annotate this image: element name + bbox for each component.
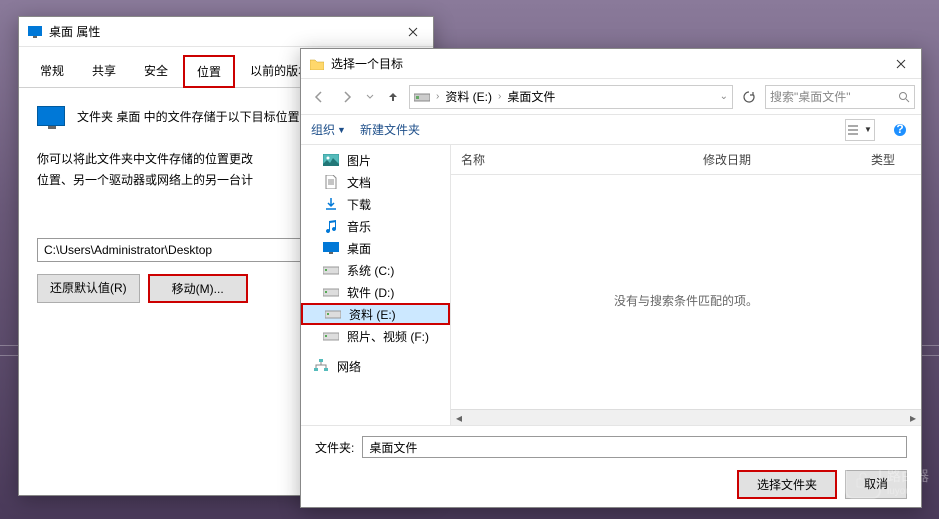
desktop-folder-icon (37, 106, 65, 126)
back-button[interactable] (307, 85, 331, 109)
watermark-logo-icon (845, 463, 881, 499)
tab-sharing[interactable]: 共享 (79, 55, 129, 87)
restore-default-button[interactable]: 还原默认值(R) (37, 274, 140, 303)
tree-item-drive-d[interactable]: 软件 (D:) (301, 281, 450, 303)
network-icon (313, 358, 329, 374)
titlebar[interactable]: 桌面 属性 (19, 17, 433, 47)
tree-item-drive-f[interactable]: 照片、视频 (F:) (301, 325, 450, 347)
column-headers: 名称 修改日期 类型 (451, 145, 921, 175)
desktop-icon (323, 240, 339, 256)
tree-item-music[interactable]: 音乐 (301, 215, 450, 237)
tree-item-drive-e[interactable]: 资料 (E:) (301, 303, 450, 325)
dialog-footer: 文件夹: 选择文件夹 取消 (301, 425, 921, 509)
search-placeholder: 搜索"桌面文件" (770, 88, 898, 105)
folder-label: 文件夹: (315, 439, 354, 456)
tab-general[interactable]: 常规 (27, 55, 77, 87)
tree-item-documents[interactable]: 文档 (301, 171, 450, 193)
watermark: 路由器 luyouqi (845, 463, 929, 499)
folder-icon (309, 56, 325, 72)
chevron-right-icon: › (436, 91, 439, 102)
search-input[interactable]: 搜索"桌面文件" (765, 85, 915, 109)
column-name[interactable]: 名称 (451, 145, 693, 174)
tab-location[interactable]: 位置 (183, 55, 235, 88)
location-description-1: 文件夹 桌面 中的文件存储于以下目标位置 (77, 108, 300, 125)
drive-icon (323, 262, 339, 278)
view-options-button[interactable]: ▼ (845, 119, 875, 141)
forward-button[interactable] (335, 85, 359, 109)
tree-item-drive-c[interactable]: 系统 (C:) (301, 259, 450, 281)
watermark-text: 路由器 (887, 466, 929, 486)
breadcrumb-drive[interactable]: 资料 (E:) (445, 88, 492, 105)
select-target-dialog: 选择一个目标 › 资料 (E:) › 桌面文件 ⌄ (300, 48, 922, 508)
list-body: 没有与搜索条件匹配的项。 ◂ ▸ (451, 175, 921, 425)
toolbar: 组织 ▼ 新建文件夹 ▼ ? (301, 115, 921, 145)
drive-icon (323, 328, 339, 344)
tab-security[interactable]: 安全 (131, 55, 181, 87)
help-button[interactable]: ? (889, 119, 911, 141)
select-folder-button[interactable]: 选择文件夹 (737, 470, 837, 499)
navigation-tree: 图片 文档 下载 音乐 桌面 系统 (C:) 软件 (D:) 资料 (E:) 照… (301, 145, 451, 425)
scroll-left-arrow[interactable]: ◂ (451, 410, 467, 426)
dialog-title: 选择一个目标 (331, 55, 881, 72)
drive-icon (323, 284, 339, 300)
picture-icon (323, 152, 339, 168)
column-date[interactable]: 修改日期 (693, 145, 861, 174)
content-area: 图片 文档 下载 音乐 桌面 系统 (C:) 软件 (D:) 资料 (E:) 照… (301, 145, 921, 425)
file-list: 名称 修改日期 类型 没有与搜索条件匹配的项。 ◂ ▸ (451, 145, 921, 425)
music-icon (323, 218, 339, 234)
chevron-right-icon: › (498, 91, 501, 102)
horizontal-scrollbar[interactable]: ◂ ▸ (451, 409, 921, 425)
tree-item-downloads[interactable]: 下载 (301, 193, 450, 215)
address-bar[interactable]: › 资料 (E:) › 桌面文件 ⌄ (409, 85, 733, 109)
up-button[interactable] (381, 85, 405, 109)
move-button[interactable]: 移动(M)... (148, 274, 248, 303)
document-icon (323, 174, 339, 190)
recent-button[interactable] (363, 85, 377, 109)
tree-item-desktop[interactable]: 桌面 (301, 237, 450, 259)
empty-message: 没有与搜索条件匹配的项。 (614, 292, 758, 309)
organize-menu[interactable]: 组织 ▼ (311, 121, 346, 138)
window-title: 桌面 属性 (49, 23, 393, 40)
drive-icon (414, 91, 430, 103)
tree-item-network[interactable]: 网络 (301, 355, 450, 377)
svg-text:?: ? (896, 123, 903, 136)
watermark-sub: luyouqi (887, 486, 929, 497)
chevron-down-icon[interactable]: ⌄ (720, 91, 728, 102)
titlebar[interactable]: 选择一个目标 (301, 49, 921, 79)
tree-item-pictures[interactable]: 图片 (301, 149, 450, 171)
close-button[interactable] (393, 17, 433, 47)
new-folder-button[interactable]: 新建文件夹 (360, 121, 420, 138)
scroll-right-arrow[interactable]: ▸ (905, 410, 921, 426)
refresh-button[interactable] (737, 85, 761, 109)
drive-icon (325, 306, 341, 322)
breadcrumb-folder[interactable]: 桌面文件 (507, 88, 555, 105)
desktop-icon (27, 24, 43, 40)
close-button[interactable] (881, 49, 921, 79)
search-icon (898, 91, 910, 103)
download-icon (323, 196, 339, 212)
folder-name-input[interactable] (362, 436, 907, 458)
navigation-bar: › 资料 (E:) › 桌面文件 ⌄ 搜索"桌面文件" (301, 79, 921, 115)
column-type[interactable]: 类型 (861, 145, 921, 174)
